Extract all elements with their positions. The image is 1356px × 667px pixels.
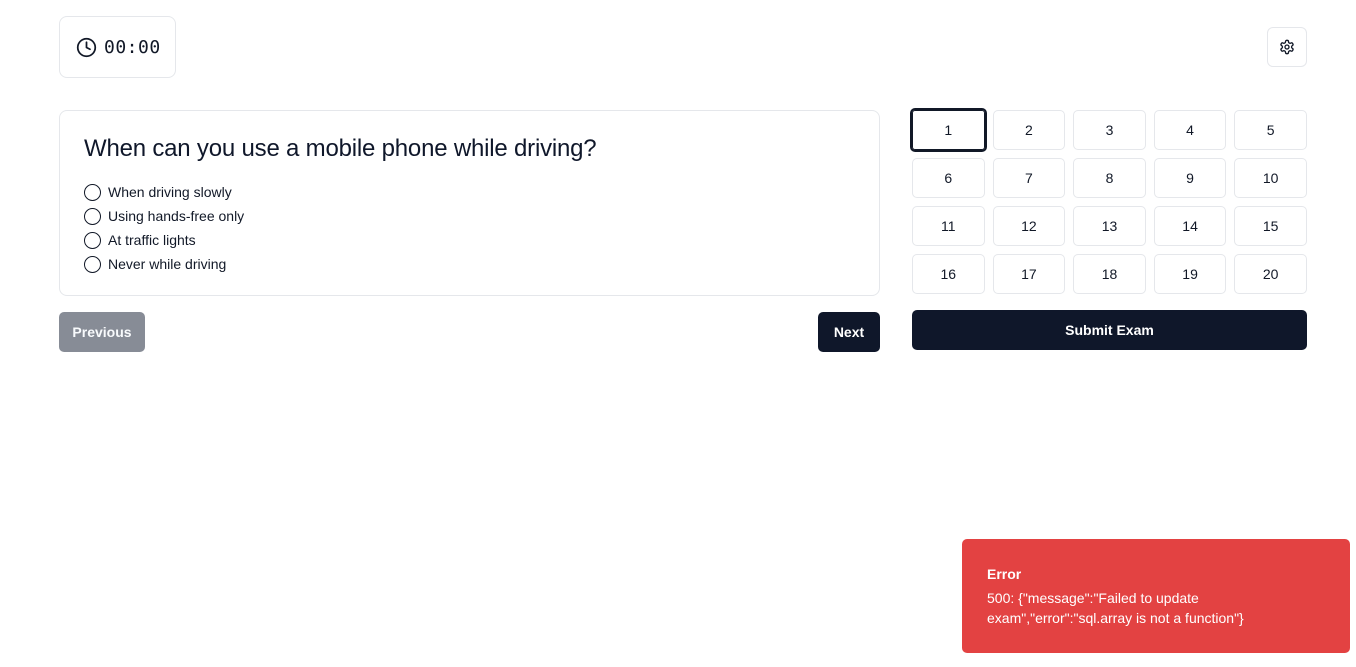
question-number-button[interactable]: 19	[1153, 254, 1227, 294]
question-number-button[interactable]: 5	[1234, 110, 1307, 150]
question-number-button[interactable]: 7	[992, 158, 1066, 198]
question-navigator: 1 2 3 4 5 6 7 8 9 10 11 12 13 14 15 16 1…	[910, 108, 1307, 294]
question-number-button[interactable]: 10	[1234, 158, 1307, 198]
radio-button[interactable]	[84, 231, 101, 249]
question-number-button[interactable]: 20	[1234, 254, 1307, 294]
next-button[interactable]: Next	[818, 312, 880, 352]
answer-options: When driving slowly Using hands-free onl…	[84, 183, 855, 273]
answer-option[interactable]: Using hands-free only	[84, 207, 855, 225]
question-number-button[interactable]: 14	[1153, 206, 1227, 246]
exam-timer: 00:00	[59, 16, 176, 78]
question-number-button[interactable]: 2	[992, 110, 1066, 150]
question-number-button[interactable]: 12	[992, 206, 1066, 246]
answer-option[interactable]: When driving slowly	[84, 183, 855, 201]
question-number-button[interactable]: 15	[1234, 206, 1307, 246]
answer-option-label: At traffic lights	[108, 232, 196, 248]
question-number-button[interactable]: 6	[912, 158, 985, 198]
question-number-button[interactable]: 8	[1073, 158, 1146, 198]
error-toast[interactable]: Error 500: {"message":"Failed to update …	[962, 539, 1350, 653]
clock-icon	[76, 37, 97, 58]
question-number-button[interactable]: 13	[1073, 206, 1146, 246]
question-number-button[interactable]: 4	[1153, 110, 1227, 150]
answer-option-label: When driving slowly	[108, 184, 232, 200]
toast-title: Error	[987, 566, 1022, 582]
question-card: When can you use a mobile phone while dr…	[59, 110, 880, 296]
gear-icon	[1279, 39, 1295, 55]
question-number-button[interactable]: 16	[912, 254, 985, 294]
answer-option[interactable]: At traffic lights	[84, 231, 855, 249]
answer-option[interactable]: Never while driving	[84, 255, 855, 273]
question-number-button[interactable]: 11	[912, 206, 985, 246]
question-number-button-current[interactable]: 1	[910, 108, 987, 152]
settings-button[interactable]	[1267, 27, 1307, 67]
question-number-button[interactable]: 3	[1073, 110, 1146, 150]
answer-option-label: Using hands-free only	[108, 208, 245, 224]
radio-button[interactable]	[84, 255, 101, 273]
radio-button[interactable]	[84, 207, 101, 225]
question-title: When can you use a mobile phone while dr…	[84, 135, 597, 162]
submit-exam-button[interactable]: Submit Exam	[912, 310, 1307, 350]
question-number-button[interactable]: 17	[992, 254, 1066, 294]
question-number-button[interactable]: 18	[1073, 254, 1146, 294]
question-number-button[interactable]: 9	[1153, 158, 1227, 198]
previous-button[interactable]: Previous	[59, 312, 145, 352]
radio-button[interactable]	[84, 183, 101, 201]
answer-option-label: Never while driving	[108, 256, 227, 272]
toast-message: 500: {"message":"Failed to update exam",…	[987, 590, 1244, 626]
timer-value: 00:00	[104, 36, 161, 58]
